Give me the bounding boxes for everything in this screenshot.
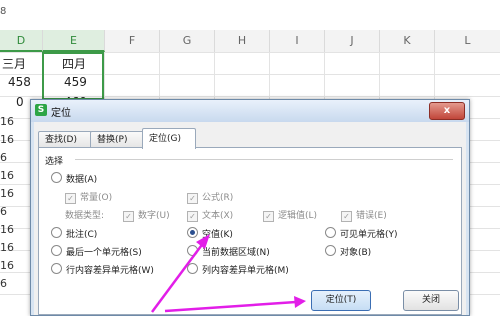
goto-dialog: S 定位 x 查找(D) 替换(P) 定位(G) 选择 数据(A) ✓ 常量(O)… [30,99,470,316]
option-data[interactable]: 数据(A) [51,172,97,185]
option-constants[interactable]: ✓ 常量(O) [65,190,112,204]
window-top-area: 8 [0,0,500,30]
option-logical-label: 逻辑值(L) [278,211,318,221]
checkbox-icon: ✓ [263,211,274,222]
option-formulas-label: 公式(R) [202,193,234,203]
group-divider [75,159,453,160]
selection-box [42,52,104,100]
dialog-titlebar[interactable]: S 定位 x [31,100,469,122]
dialog-body: 查找(D) 替换(P) 定位(G) 选择 数据(A) ✓ 常量(O) ✓ 公式(R)… [34,122,466,315]
left-cell-fragment: 16 [0,115,14,128]
option-column-differences-label: 列内容差异单元格(M) [202,266,289,276]
column-header-h[interactable]: H [215,30,270,52]
column-header-e[interactable]: E [43,30,105,52]
column-header-g[interactable]: G [160,30,215,52]
left-cell-fragment: 6 [0,205,7,218]
option-error[interactable]: ✓ 错误(E) [341,208,387,222]
option-text[interactable]: ✓ 文本(X) [187,208,233,222]
cell-d2[interactable]: 458 [8,75,31,89]
locate-button[interactable]: 定位(T) [311,290,371,311]
option-column-differences[interactable]: 列内容差异单元格(M) [187,263,289,276]
radio-icon [325,245,336,256]
radio-icon [187,263,198,274]
option-visible-cells-label: 可见单元格(Y) [340,230,398,240]
column-header-l[interactable]: L [435,30,500,52]
left-cell-fragment: 16 [0,187,14,200]
option-last-cell-label: 最后一个单元格(S) [66,248,142,258]
column-header-k[interactable]: K [380,30,435,52]
radio-icon [187,245,198,256]
radio-icon [51,172,62,183]
tab-goto[interactable]: 定位(G) [142,128,196,149]
column-header-d[interactable]: D [0,30,43,52]
option-current-region[interactable]: 当前数据区域(N) [187,245,270,258]
option-text-label: 文本(X) [202,211,234,221]
option-objects-label: 对象(B) [340,248,372,258]
left-edge-fragment: 8 [0,6,7,17]
checkbox-icon: ✓ [187,211,198,222]
option-comments[interactable]: 批注(C) [51,227,97,240]
option-formulas[interactable]: ✓ 公式(R) [187,190,233,204]
option-number-label: 数字(U) [138,211,170,221]
checkbox-icon: ✓ [123,211,134,222]
radio-selected-icon [187,227,198,238]
option-blanks-label: 空值(K) [202,230,233,240]
close-icon[interactable]: x [429,102,465,120]
tab-find[interactable]: 查找(D) [38,131,92,148]
checkbox-icon: ✓ [187,193,198,204]
radio-icon [51,227,62,238]
option-constants-label: 常量(O) [80,193,113,203]
radio-icon [325,227,336,238]
column-header-i[interactable]: I [270,30,325,52]
option-current-region-label: 当前数据区域(N) [202,248,270,258]
column-header-j[interactable]: J [325,30,380,52]
option-logical[interactable]: ✓ 逻辑值(L) [263,208,317,222]
option-row-differences-label: 行内容差异单元格(W) [66,266,154,276]
option-row-differences[interactable]: 行内容差异单元格(W) [51,263,154,276]
cell-d3[interactable]: 0 [16,95,24,109]
option-comments-label: 批注(C) [66,230,98,240]
selection-group-label: 选择 [45,157,64,167]
left-cell-fragment: 16 [0,133,14,146]
radio-icon [51,245,62,256]
wps-app-icon: S [35,104,47,116]
option-error-label: 错误(E) [356,211,387,221]
close-button[interactable]: 关闭 [403,290,459,311]
left-cell-fragment: 16 [0,241,14,254]
data-type-label: 数据类型: [65,211,105,221]
option-data-label: 数据(A) [66,175,98,185]
option-visible-cells[interactable]: 可见单元格(Y) [325,227,398,240]
dialog-title: 定位 [51,108,71,119]
option-objects[interactable]: 对象(B) [325,245,371,258]
radio-icon [51,263,62,274]
checkbox-icon: ✓ [65,193,76,204]
cell-d1[interactable]: 三月 [2,55,26,72]
left-cell-fragment: 16 [0,169,14,182]
checkbox-icon: ✓ [341,211,352,222]
goto-panel: 选择 数据(A) ✓ 常量(O) ✓ 公式(R) 数据类型: ✓ 数字(U) ✓ 文本(… [38,147,462,315]
left-cell-fragment: 16 [0,223,14,236]
left-cell-fragment: 6 [0,151,7,164]
tab-replace[interactable]: 替换(P) [90,131,144,148]
left-cell-fragment: 16 [0,259,14,272]
column-header-f[interactable]: F [105,30,160,52]
left-cell-fragment: 6 [0,277,7,290]
option-last-cell[interactable]: 最后一个单元格(S) [51,245,142,258]
option-number[interactable]: ✓ 数字(U) [123,208,170,222]
column-header-row: D E F G H I J K L [0,30,500,53]
option-blanks[interactable]: 空值(K) [187,227,233,240]
